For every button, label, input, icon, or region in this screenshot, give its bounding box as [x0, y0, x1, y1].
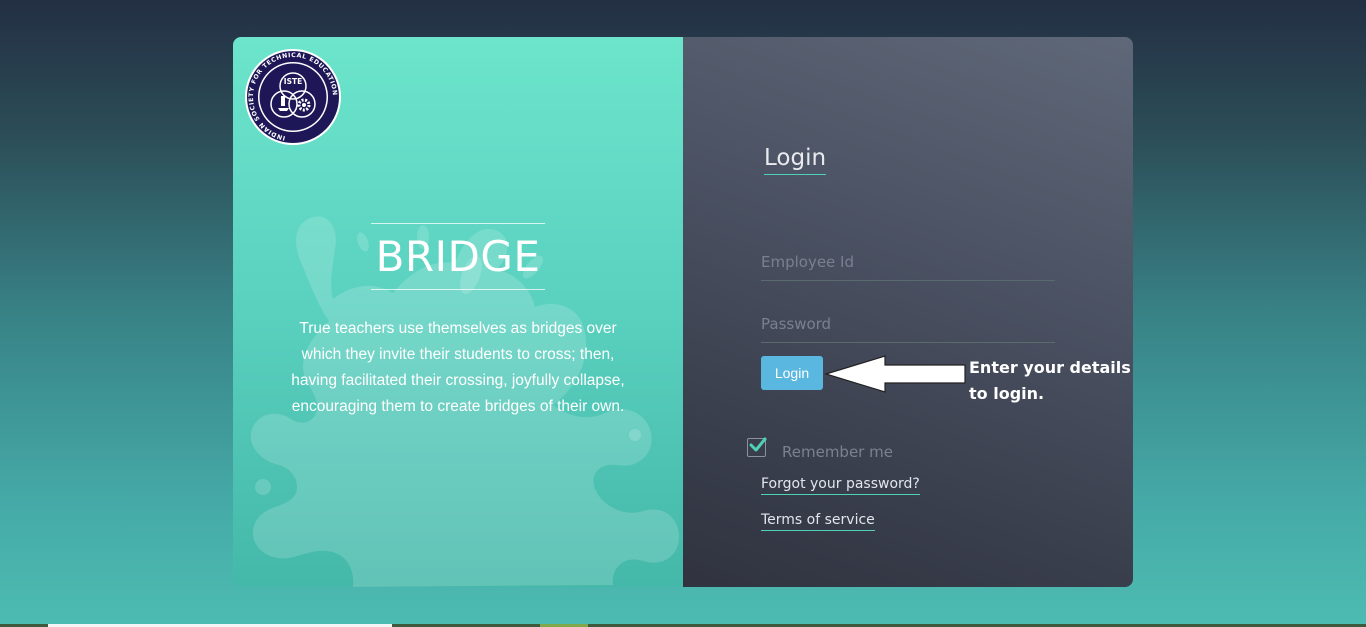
- login-instruction-annotation: Enter your details to login.: [969, 355, 1133, 407]
- svg-text:ISTE: ISTE: [284, 77, 302, 86]
- employee-id-input[interactable]: [761, 244, 1055, 281]
- remember-me-label: Remember me: [782, 443, 893, 461]
- forgot-password-link[interactable]: Forgot your password?: [761, 476, 920, 495]
- hero-quote: True teachers use themselves as bridges …: [291, 320, 625, 415]
- login-panel: Login Login Enter your details to login.…: [683, 37, 1133, 587]
- login-heading: Login: [764, 145, 827, 175]
- terms-of-service-link[interactable]: Terms of service: [761, 512, 875, 531]
- hero-content: BRIDGE True teachers use themselves as b…: [233, 223, 683, 420]
- remember-me-checkbox[interactable]: [747, 437, 767, 457]
- check-icon: [749, 437, 767, 451]
- iste-logo: INDIAN SOCIETY FOR TECHNICAL EDUCATION I…: [245, 49, 341, 145]
- login-card: INDIAN SOCIETY FOR TECHNICAL EDUCATION I…: [233, 37, 1133, 587]
- password-input[interactable]: [761, 306, 1055, 343]
- annotation-line-1: Enter your details: [969, 358, 1131, 377]
- left-arrow-annotation-icon: [823, 355, 966, 393]
- app-title: BRIDGE: [371, 223, 545, 290]
- login-button[interactable]: Login: [761, 356, 823, 390]
- annotation-line-2: to login.: [969, 384, 1045, 403]
- hero-panel: INDIAN SOCIETY FOR TECHNICAL EDUCATION I…: [233, 37, 683, 587]
- remember-me-row[interactable]: Remember me: [747, 433, 893, 461]
